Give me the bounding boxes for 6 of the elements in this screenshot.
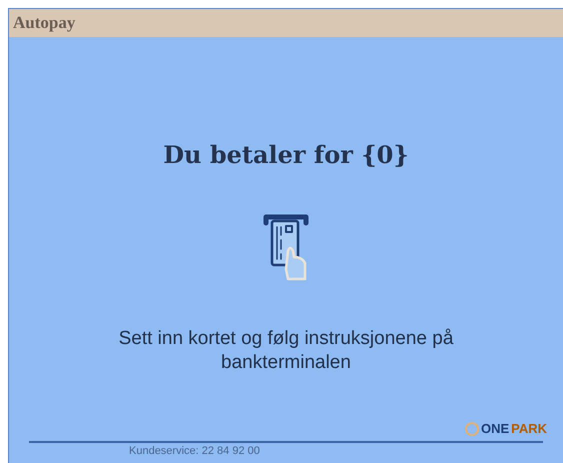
brand-name: Autopay [13,12,76,34]
company-logo: ONE PARK [464,419,547,438]
card-insert-icon [262,213,310,283]
instruction-text: Sett inn kortet og følg instruksjonene på bankterminalen [118,327,454,375]
customer-service-text: Kundeservice: 22 84 92 00 [129,445,260,457]
payment-title: Du betaler for {0} [163,139,409,171]
